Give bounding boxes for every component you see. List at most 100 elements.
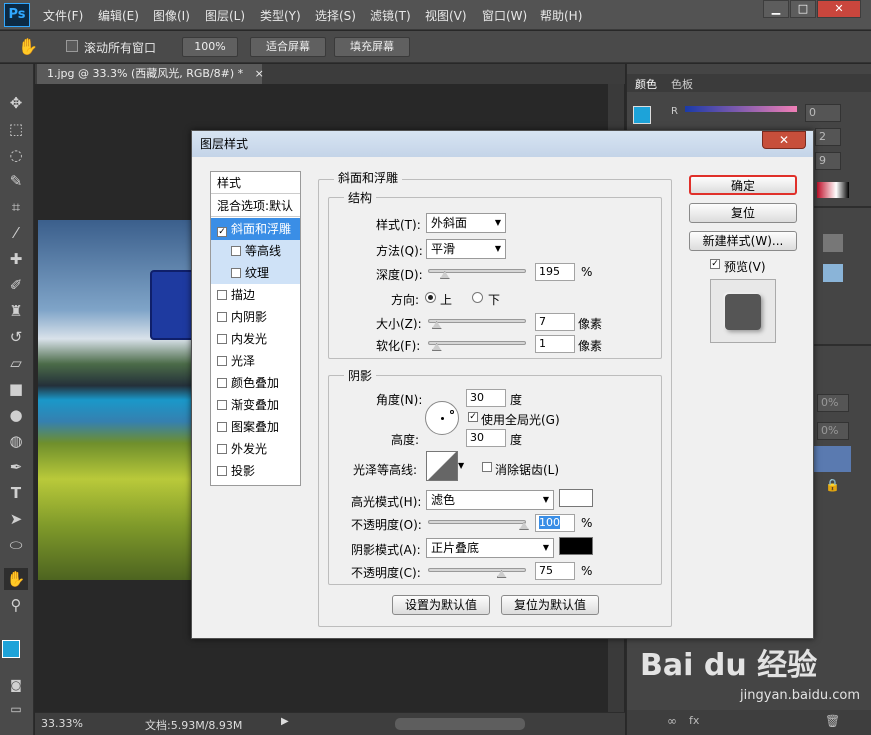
outer-glow-checkbox[interactable]: [217, 444, 227, 454]
quick-select-tool-icon[interactable]: ✎: [4, 170, 28, 192]
bevel-checkbox[interactable]: ✓: [217, 227, 227, 237]
soften-slider[interactable]: [428, 341, 526, 345]
menu-image[interactable]: 图像(I): [153, 7, 190, 24]
drop-shadow-checkbox[interactable]: [217, 466, 227, 476]
direction-up-radio[interactable]: [425, 292, 436, 303]
menu-edit[interactable]: 编辑(E): [98, 7, 139, 24]
close-tab-icon[interactable]: ×: [255, 67, 264, 80]
depth-slider[interactable]: [428, 269, 526, 273]
new-style-button[interactable]: 新建样式(W)...: [689, 231, 797, 251]
adjustment-icon-2[interactable]: [823, 264, 843, 282]
tab-color[interactable]: 颜色: [635, 76, 657, 92]
shadow-opacity-slider[interactable]: [428, 568, 526, 572]
lasso-tool-icon[interactable]: ◌: [4, 144, 28, 166]
quick-mask-icon[interactable]: ◙: [4, 674, 28, 696]
zoom-tool-icon[interactable]: ⚲: [4, 594, 28, 616]
hand-tool-icon[interactable]: ✋: [4, 568, 28, 590]
size-field[interactable]: 7: [535, 313, 575, 331]
highlight-opacity-field[interactable]: 100: [535, 514, 575, 532]
ok-button[interactable]: 确定: [689, 175, 797, 195]
chevron-down-icon[interactable]: ▼: [458, 461, 464, 470]
r-slider[interactable]: [685, 106, 797, 112]
highlight-opacity-slider[interactable]: [428, 520, 526, 524]
reset-button[interactable]: 复位: [689, 203, 797, 223]
effect-pattern-overlay[interactable]: 图案叠加: [211, 416, 300, 438]
brush-tool-icon[interactable]: ✐: [4, 274, 28, 296]
selected-layer-row[interactable]: [813, 446, 851, 472]
panel-fg-swatch[interactable]: [633, 106, 651, 124]
healing-tool-icon[interactable]: ✚: [4, 248, 28, 270]
menu-layer[interactable]: 图层(L): [205, 7, 245, 24]
style-select[interactable]: 外斜面 ▼: [426, 213, 506, 233]
menu-help[interactable]: 帮助(H): [540, 7, 582, 24]
b-value-field[interactable]: 9: [815, 152, 841, 170]
history-brush-tool-icon[interactable]: ↺: [4, 326, 28, 348]
minimize-button[interactable]: ▁: [763, 0, 789, 18]
foreground-color-swatch[interactable]: [2, 640, 20, 658]
link-layers-icon[interactable]: ∞: [667, 714, 677, 728]
fill-screen-button[interactable]: 填充屏幕: [334, 37, 410, 57]
soften-field[interactable]: 1: [535, 335, 575, 353]
scroll-all-checkbox[interactable]: [66, 40, 78, 52]
maximize-button[interactable]: □: [790, 0, 816, 18]
move-tool-icon[interactable]: ✥: [4, 92, 28, 114]
zoom-100-button[interactable]: 100%: [182, 37, 238, 57]
eraser-tool-icon[interactable]: ▱: [4, 352, 28, 374]
shape-tool-icon[interactable]: ⬭: [4, 534, 28, 556]
effect-color-overlay[interactable]: 颜色叠加: [211, 372, 300, 394]
menu-window[interactable]: 窗口(W): [482, 7, 527, 24]
global-light-checkbox[interactable]: ✓: [468, 412, 478, 422]
trash-icon[interactable]: 🗑: [825, 714, 840, 728]
opacity-field[interactable]: 0%: [817, 394, 849, 412]
make-default-button[interactable]: 设置为默认值: [392, 595, 490, 615]
inner-shadow-checkbox[interactable]: [217, 312, 227, 322]
menu-type[interactable]: 类型(Y): [260, 7, 301, 24]
effect-inner-shadow[interactable]: 内阴影: [211, 306, 300, 328]
pen-tool-icon[interactable]: ✒: [4, 456, 28, 478]
highlight-mode-select[interactable]: 滤色 ▼: [426, 490, 554, 510]
stroke-checkbox[interactable]: [217, 290, 227, 300]
direction-down-radio[interactable]: [472, 292, 483, 303]
color-overlay-checkbox[interactable]: [217, 378, 227, 388]
effect-contour[interactable]: 等高线: [211, 240, 300, 262]
r-value-field[interactable]: 0: [805, 104, 841, 122]
menu-filter[interactable]: 滤镜(T): [370, 7, 411, 24]
shadow-color-swatch[interactable]: [559, 537, 593, 555]
highlight-color-swatch[interactable]: [559, 489, 593, 507]
contour-checkbox[interactable]: [231, 246, 241, 256]
inner-glow-checkbox[interactable]: [217, 334, 227, 344]
adjustment-icon[interactable]: [823, 234, 843, 252]
path-select-tool-icon[interactable]: ➤: [4, 508, 28, 530]
size-slider[interactable]: [428, 319, 526, 323]
dodge-tool-icon[interactable]: ◍: [4, 430, 28, 452]
eyedropper-tool-icon[interactable]: ⁄: [4, 222, 28, 244]
screen-mode-icon[interactable]: ▭: [4, 698, 28, 720]
effect-satin[interactable]: 光泽: [211, 350, 300, 372]
fill-field[interactable]: 0%: [817, 422, 849, 440]
texture-checkbox[interactable]: [231, 268, 241, 278]
crop-tool-icon[interactable]: ⌗: [4, 196, 28, 218]
g-value-field[interactable]: 2: [815, 128, 841, 146]
reset-default-button[interactable]: 复位为默认值: [501, 595, 599, 615]
horizontal-scrollbar[interactable]: [395, 718, 525, 730]
menu-select[interactable]: 选择(S): [315, 7, 356, 24]
marquee-tool-icon[interactable]: ⬚: [4, 118, 28, 140]
angle-dial[interactable]: [425, 401, 459, 435]
gradient-overlay-checkbox[interactable]: [217, 400, 227, 410]
effect-drop-shadow[interactable]: 投影: [211, 460, 300, 482]
document-tab[interactable]: 1.jpg @ 33.3% (西藏风光, RGB/8#) * ×: [37, 64, 264, 84]
effect-outer-glow[interactable]: 外发光: [211, 438, 300, 460]
gloss-contour-picker[interactable]: [426, 451, 458, 481]
menu-view[interactable]: 视图(V): [425, 7, 467, 24]
angle-field[interactable]: 30: [466, 389, 506, 407]
dialog-close-button[interactable]: ✕: [762, 131, 806, 149]
gradient-tool-icon[interactable]: ■: [4, 378, 28, 400]
technique-select[interactable]: 平滑 ▼: [426, 239, 506, 259]
close-window-button[interactable]: ✕: [817, 0, 861, 18]
effect-stroke[interactable]: 描边: [211, 284, 300, 306]
effect-texture[interactable]: 纹理: [211, 262, 300, 284]
blending-options-item[interactable]: 混合选项:默认: [211, 195, 300, 217]
tab-swatches[interactable]: 色板: [671, 76, 693, 92]
depth-field[interactable]: 195: [535, 263, 575, 281]
shadow-opacity-field[interactable]: 75: [535, 562, 575, 580]
